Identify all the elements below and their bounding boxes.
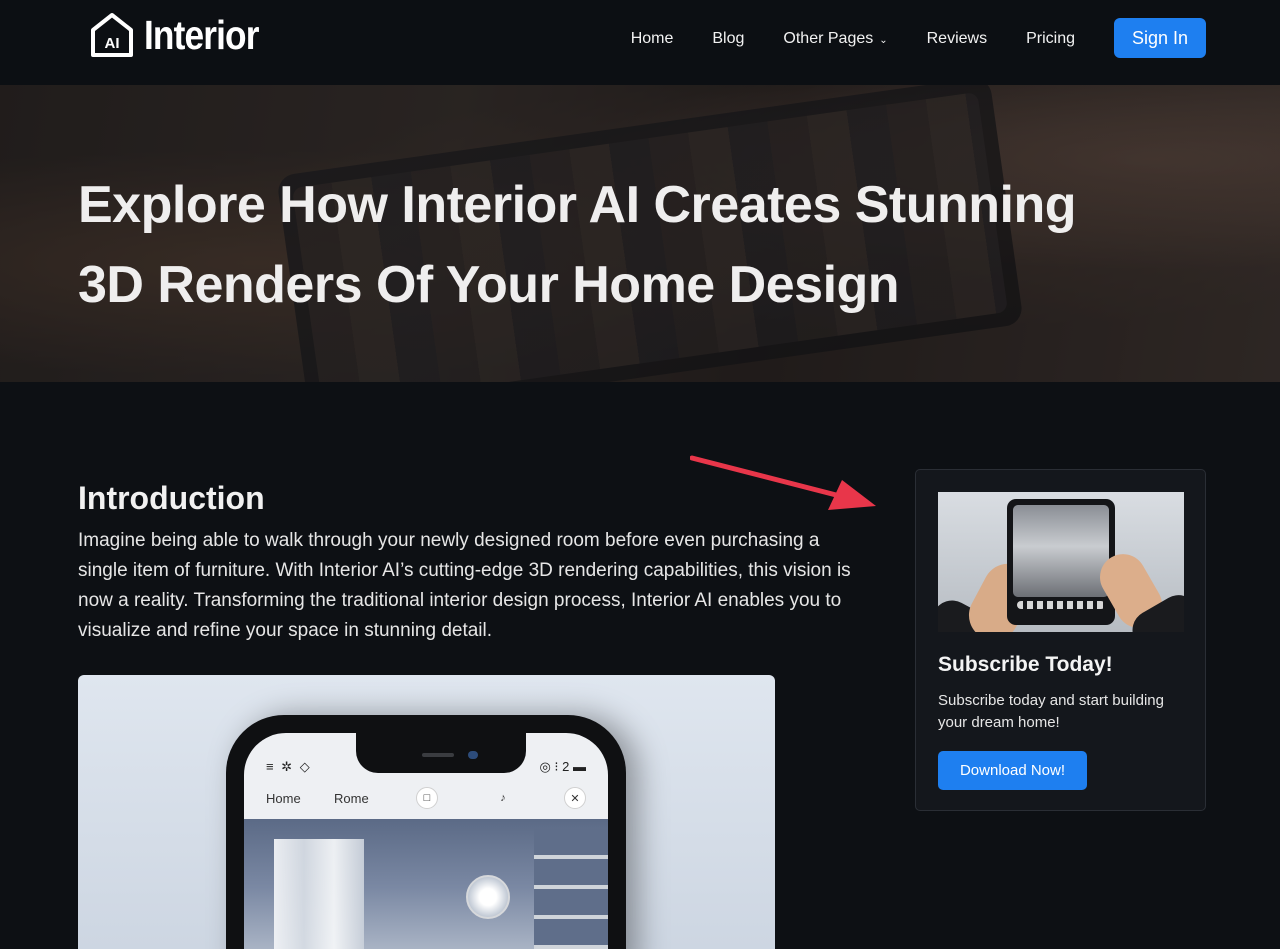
download-now-button[interactable]: Download Now! — [938, 751, 1087, 790]
phone-screen: ≡ ✲ ◇ ◎ ⁝ 2 ▬ Home Rome □ ♪ ✕ — [244, 733, 608, 949]
chevron-down-icon: ⌄ — [879, 34, 888, 46]
phone-square-icon: □ — [416, 787, 438, 809]
nav-blog[interactable]: Blog — [712, 27, 744, 51]
subscribe-card-image — [938, 492, 1184, 632]
annotation-arrow-icon — [690, 455, 876, 510]
logo[interactable]: AI Interior — [90, 12, 277, 58]
phone-tab-home: Home — [266, 791, 301, 806]
main-nav: Home Blog Other Pages ⌄ Reviews Pricing … — [592, 18, 1206, 58]
subscribe-card: Subscribe Today! Subscribe today and sta… — [915, 469, 1206, 811]
subscribe-card-text: Subscribe today and start building your … — [938, 692, 1164, 731]
phone-tab-rome: Rome — [334, 791, 369, 806]
article-image: ≡ ✲ ◇ ◎ ⁝ 2 ▬ Home Rome □ ♪ ✕ — [78, 675, 775, 949]
page-title: Explore How Interior AI Creates Stunning… — [78, 165, 1198, 325]
page-title-line-1: Explore How Interior AI Creates Stunning — [78, 176, 1077, 234]
card-image-tablet — [1007, 499, 1115, 625]
phone-camera-icon — [468, 751, 478, 759]
phone-mockup: ≡ ✲ ◇ ◎ ⁝ 2 ▬ Home Rome □ ♪ ✕ — [226, 715, 626, 949]
subscribe-card-title: Subscribe Today! — [938, 653, 1113, 676]
nav-other-pages-label: Other Pages — [783, 30, 874, 47]
sign-in-button[interactable]: Sign In — [1114, 18, 1206, 58]
hero-banner: Explore How Interior AI Creates Stunning… — [0, 85, 1280, 382]
phone-status-icons-right: ◎ ⁝ 2 ▬ — [539, 759, 586, 774]
room-mirror — [466, 875, 510, 919]
phone-room-render — [244, 819, 608, 949]
room-window — [274, 839, 364, 949]
house-icon: AI — [91, 13, 133, 57]
nav-pricing[interactable]: Pricing — [1026, 27, 1075, 51]
nav-reviews[interactable]: Reviews — [927, 27, 987, 51]
page-title-line-2: 3D Renders Of Your Home Design — [78, 256, 900, 314]
intro-heading: Introduction — [78, 480, 265, 516]
nav-other-pages[interactable]: Other Pages ⌄ — [783, 27, 887, 51]
site-header: AI Interior Home Blog Other Pages ⌄ Revi… — [0, 0, 1280, 85]
phone-close-icon: ✕ — [564, 787, 586, 809]
logo-text: Interior — [144, 11, 259, 58]
logo-badge: AI — [105, 35, 120, 52]
phone-notch — [356, 733, 526, 773]
card-image-tablet-toolbar — [1017, 601, 1105, 609]
phone-status-icons-left: ≡ ✲ ◇ — [266, 759, 312, 774]
intro-paragraph: Imagine being able to walk through your … — [78, 530, 851, 641]
nav-home[interactable]: Home — [631, 27, 674, 51]
phone-note-icon: ♪ — [500, 792, 506, 804]
card-image-tablet-screen — [1013, 505, 1109, 597]
room-shelf — [534, 829, 608, 949]
phone-speaker — [422, 753, 454, 757]
